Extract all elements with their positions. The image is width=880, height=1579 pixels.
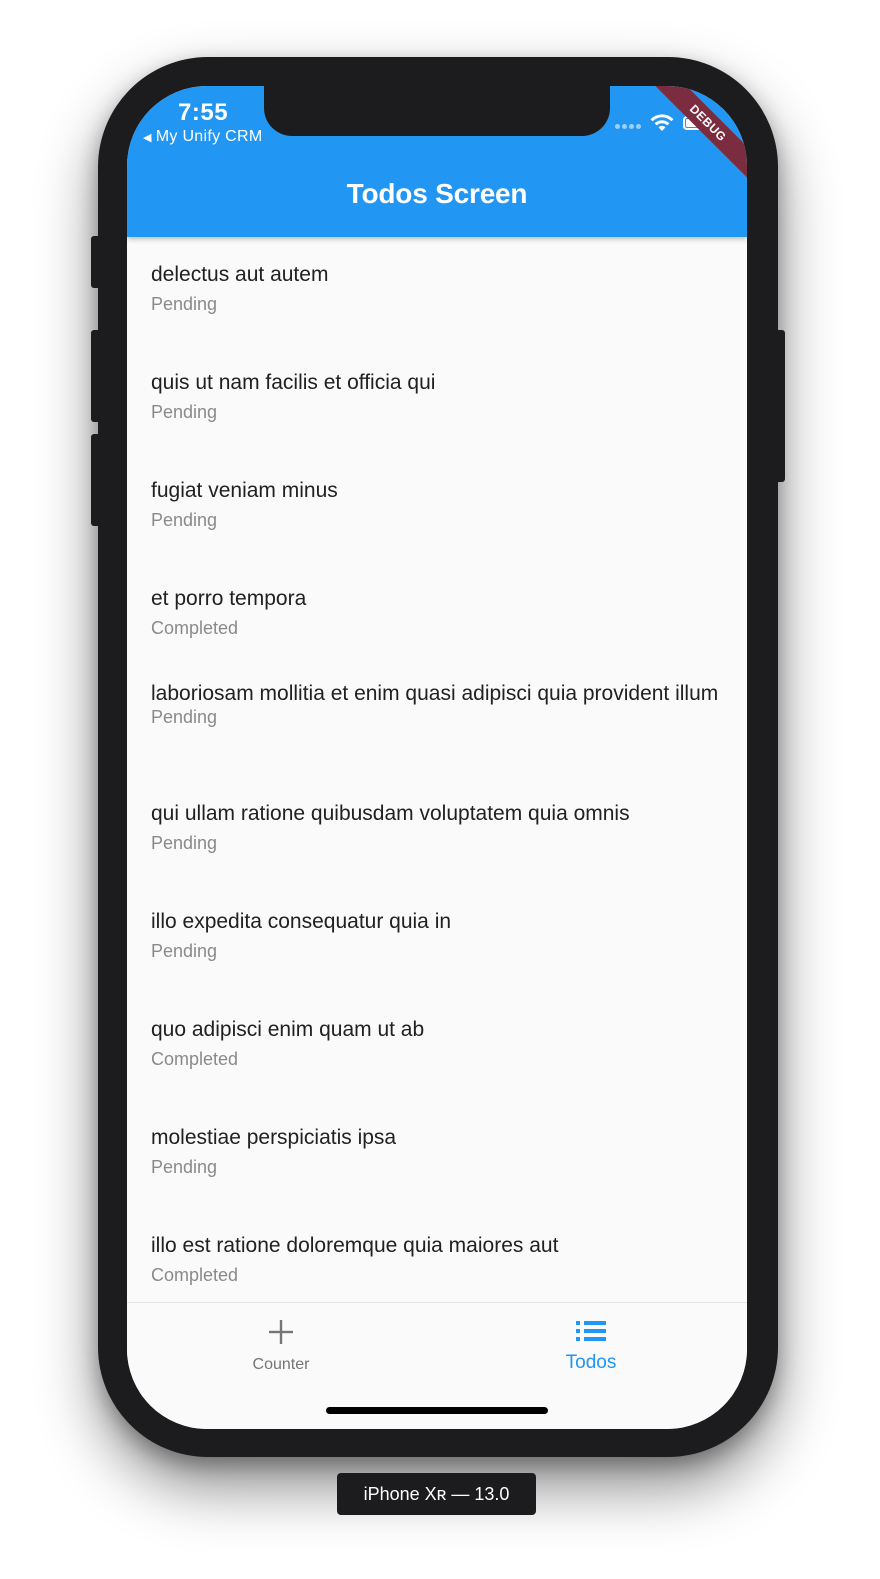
todo-title: quis ut nam facilis et officia qui xyxy=(151,371,436,394)
todo-title: delectus aut autem xyxy=(151,263,329,286)
todo-title: illo est ratione doloremque quia maiores… xyxy=(151,1234,559,1257)
list-item[interactable]: fugiat veniam minus Pending xyxy=(151,476,723,533)
debug-banner: DEBUG xyxy=(647,86,747,184)
cellular-signal-icon xyxy=(615,124,641,129)
list-item[interactable]: laboriosam mollitia et enim quasi adipis… xyxy=(151,679,723,730)
phone-screen: 7:55 ◀ My Unify CRM DEBUG Todos Screen d… xyxy=(127,86,747,1429)
list-item[interactable]: illo est ratione doloremque quia maiores… xyxy=(151,1231,723,1288)
tab-counter-label: Counter xyxy=(252,1356,310,1373)
todo-title: et porro tempora xyxy=(151,587,307,610)
todo-status: Pending xyxy=(151,833,218,853)
tab-counter[interactable]: Counter xyxy=(181,1319,381,1374)
list-item[interactable]: molestiae perspiciatis ipsa Pending xyxy=(151,1123,723,1180)
todo-status: Pending xyxy=(151,941,218,961)
plus-icon xyxy=(269,1320,293,1344)
todo-status: Completed xyxy=(151,1265,239,1285)
todo-title: molestiae perspiciatis ipsa xyxy=(151,1126,397,1149)
back-to-app-link[interactable]: ◀ My Unify CRM xyxy=(143,128,262,146)
silent-switch xyxy=(91,236,101,288)
device-notch xyxy=(264,86,610,136)
app-bar: 7:55 ◀ My Unify CRM DEBUG Todos Screen xyxy=(127,86,747,237)
todo-title: qui ullam ratione quibusdam voluptatem q… xyxy=(151,802,630,825)
list-item[interactable]: quo adipisci enim quam ut ab Completed xyxy=(151,1015,723,1072)
todo-status: Completed xyxy=(151,1049,239,1069)
status-time: 7:55 xyxy=(178,99,229,126)
todo-status: Completed xyxy=(151,618,239,638)
home-indicator[interactable] xyxy=(326,1407,548,1414)
list-item[interactable]: illo expedita consequatur quia in Pendin… xyxy=(151,907,723,964)
volume-up-button xyxy=(91,330,101,422)
simulator-device-label: iPhone Xʀ — 13.0 xyxy=(337,1473,536,1515)
todo-title: laboriosam mollitia et enim quasi adipis… xyxy=(151,682,719,705)
back-arrow-icon: ◀ xyxy=(143,131,152,144)
back-app-label: My Unify CRM xyxy=(155,128,263,145)
todo-title: illo expedita consequatur quia in xyxy=(151,910,452,933)
wifi-icon xyxy=(650,114,674,131)
todo-status: Pending xyxy=(151,402,218,422)
todo-status: Pending xyxy=(151,510,218,530)
list-item[interactable]: quis ut nam facilis et officia qui Pendi… xyxy=(151,368,723,425)
todo-status: Pending xyxy=(151,294,218,314)
todo-title: fugiat veniam minus xyxy=(151,479,338,502)
todo-status: Pending xyxy=(151,1157,218,1177)
list-item[interactable]: et porro tempora Completed xyxy=(151,584,723,641)
power-button xyxy=(775,330,785,482)
volume-down-button xyxy=(91,434,101,526)
list-item[interactable]: qui ullam ratione quibusdam voluptatem q… xyxy=(151,799,723,856)
list-item[interactable]: delectus aut autem Pending xyxy=(151,260,723,317)
todo-title: quo adipisci enim quam ut ab xyxy=(151,1018,425,1041)
tab-todos-label: Todos xyxy=(565,1352,617,1373)
page-title: Todos Screen xyxy=(346,178,528,209)
list-icon xyxy=(576,1321,606,1341)
tab-todos[interactable]: Todos xyxy=(491,1319,691,1374)
